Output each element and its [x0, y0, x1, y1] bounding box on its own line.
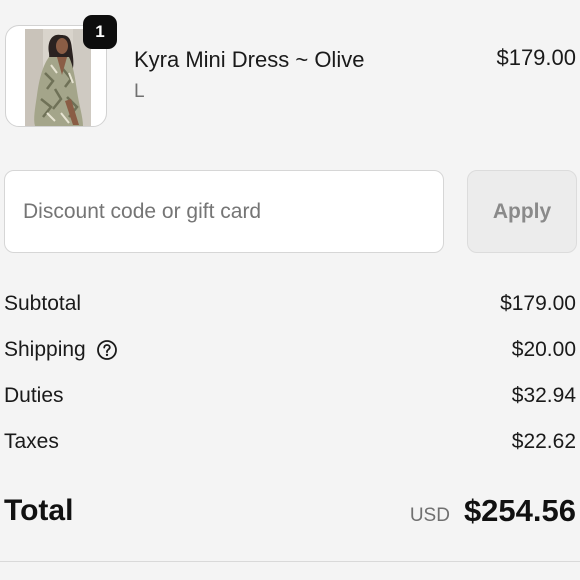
quantity-badge: 1 [83, 15, 117, 49]
subtotal-value: $179.00 [500, 292, 576, 315]
duties-value: $32.94 [511, 384, 576, 407]
duties-row: Duties $32.94 [4, 381, 576, 411]
shipping-label-group: Shipping [4, 338, 118, 362]
taxes-row: Taxes $22.62 [4, 427, 576, 457]
duties-label: Duties [4, 384, 64, 407]
shipping-value: $20.00 [511, 338, 576, 361]
subtotal-label: Subtotal [4, 292, 82, 315]
product-name: Kyra Mini Dress ~ Olive [134, 47, 365, 72]
shipping-row: Shipping $20.00 [4, 335, 576, 365]
total-amount: $254.56 [463, 493, 576, 528]
taxes-value: $22.62 [511, 430, 576, 453]
bottom-divider [0, 561, 580, 562]
subtotal-row: Subtotal $179.00 [4, 289, 576, 319]
total-amount-group: USD $254.56 [410, 493, 576, 529]
order-summary: 1 Kyra Mini Dress ~ Olive L $179.00 Appl… [0, 0, 580, 580]
currency-code: USD [409, 505, 450, 526]
product-image [25, 29, 91, 126]
question-circle-icon[interactable] [96, 339, 118, 361]
total-row: Total USD $254.56 [4, 489, 576, 533]
product-price: $179.00 [496, 45, 576, 70]
discount-code-input[interactable] [4, 170, 444, 253]
taxes-label: Taxes [4, 430, 59, 453]
apply-button[interactable]: Apply [467, 170, 577, 253]
total-label: Total [4, 494, 74, 527]
product-variant: L [134, 81, 145, 102]
shipping-label: Shipping [4, 338, 86, 361]
